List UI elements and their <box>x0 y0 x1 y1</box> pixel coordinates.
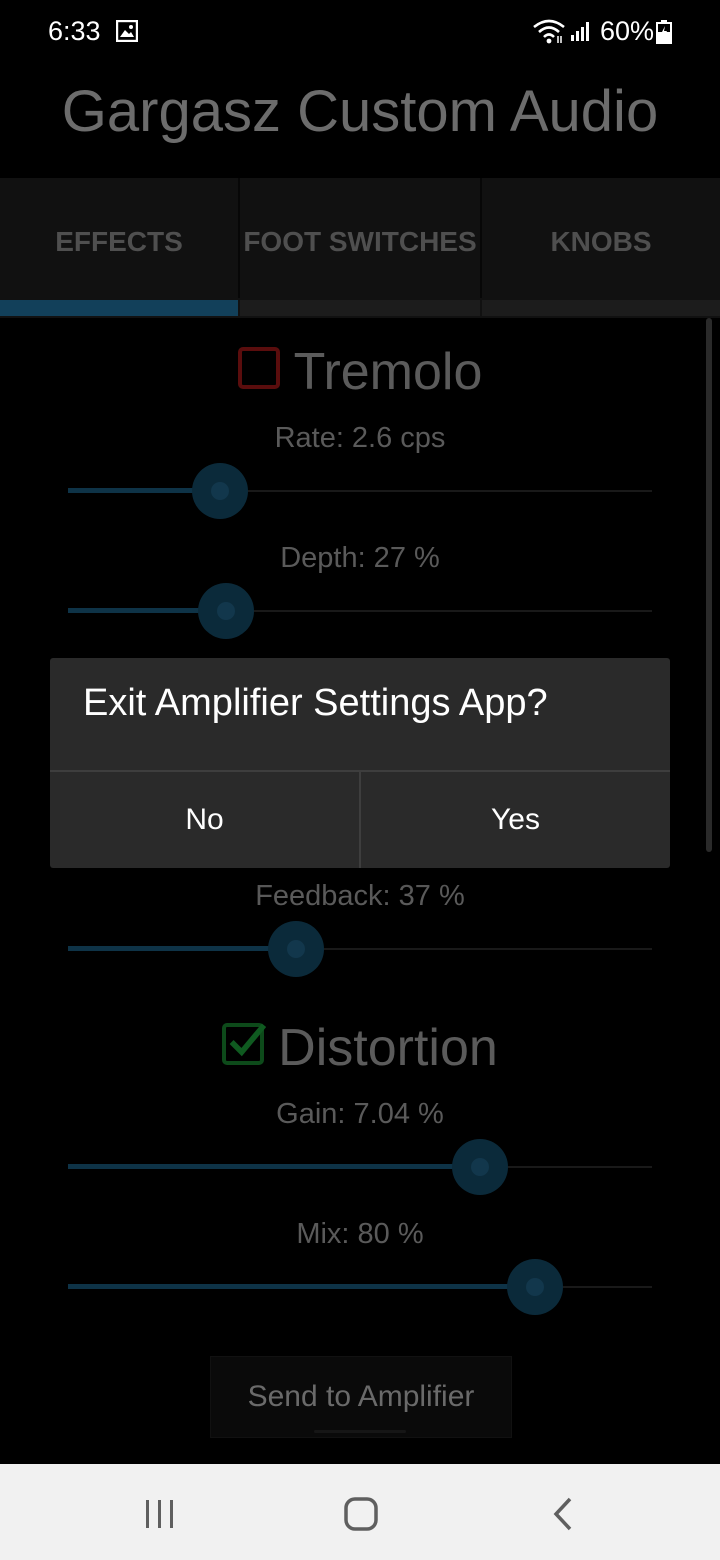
navigation-bar <box>0 1464 720 1560</box>
depth-label: Depth: 27 % <box>280 542 440 574</box>
gain-label: Gain: 7.04 % <box>276 1098 444 1130</box>
battery-percent: 60% <box>600 16 655 46</box>
tab-knobs[interactable]: KNOBS <box>482 178 720 300</box>
slider-fill <box>68 946 296 951</box>
rate-label: Rate: 2.6 cps <box>274 422 446 454</box>
home-icon[interactable] <box>343 1496 379 1532</box>
slider-fill <box>68 1164 480 1169</box>
mix-slider[interactable] <box>68 1259 652 1315</box>
slider-thumb[interactable] <box>286 940 305 958</box>
battery-icon <box>656 20 672 44</box>
status-bar: 6:33 60% <box>0 0 720 64</box>
tab-bar: EFFECTS FOOT SWITCHES KNOBS <box>0 178 720 318</box>
rate-slider[interactable] <box>68 463 652 519</box>
tremolo-title: Tremolo <box>293 343 483 401</box>
slider-thumb[interactable] <box>210 482 229 500</box>
back-icon[interactable] <box>550 1496 576 1532</box>
exit-dialog: Exit Amplifier Settings App? No Yes <box>50 658 670 868</box>
tab-foot-switches-label: FOOT SWITCHES <box>243 226 477 257</box>
dialog-title: Exit Amplifier Settings App? <box>83 682 548 724</box>
slider-thumb[interactable] <box>470 1158 489 1176</box>
tremolo-header: Tremolo <box>0 342 720 402</box>
app-title: Gargasz Custom Audio <box>61 79 659 144</box>
button-underline <box>314 1430 406 1433</box>
tab-indicator-effects <box>0 300 238 316</box>
signal-icon <box>571 22 589 41</box>
gallery-icon <box>116 20 138 42</box>
distortion-header: Distortion <box>0 1018 720 1078</box>
no-button[interactable]: No <box>50 772 359 868</box>
tab-indicator-knobs <box>482 300 720 316</box>
tremolo-checkbox[interactable] <box>237 347 280 389</box>
feedback-label: Feedback: 37 % <box>255 880 465 912</box>
mix-label: Mix: 80 % <box>296 1218 424 1250</box>
send-to-amplifier-button[interactable]: Send to Amplifier <box>210 1356 512 1438</box>
yes-button[interactable]: Yes <box>361 772 670 868</box>
tab-foot-switches[interactable]: FOOT SWITCHES <box>240 178 480 300</box>
distortion-checkbox[interactable] <box>222 1023 267 1065</box>
gain-slider[interactable] <box>68 1139 652 1195</box>
tab-indicator-foot-switches <box>240 300 480 316</box>
slider-thumb[interactable] <box>216 602 235 620</box>
tab-effects-label: EFFECTS <box>55 226 183 257</box>
slider-fill <box>68 1284 536 1289</box>
wifi-icon <box>533 19 565 44</box>
effects-panel: Tremolo Rate: 2.6 cps Depth: 27 % Feedba… <box>0 318 720 1464</box>
tab-effects[interactable]: EFFECTS <box>0 178 238 300</box>
checkmark-icon <box>229 1023 267 1057</box>
recents-icon[interactable] <box>144 1498 176 1530</box>
tab-knobs-label: KNOBS <box>550 226 652 257</box>
feedback-slider[interactable] <box>68 921 652 977</box>
status-time: 6:33 <box>48 16 101 46</box>
distortion-title: Distortion <box>278 1019 498 1077</box>
depth-slider[interactable] <box>68 583 652 639</box>
